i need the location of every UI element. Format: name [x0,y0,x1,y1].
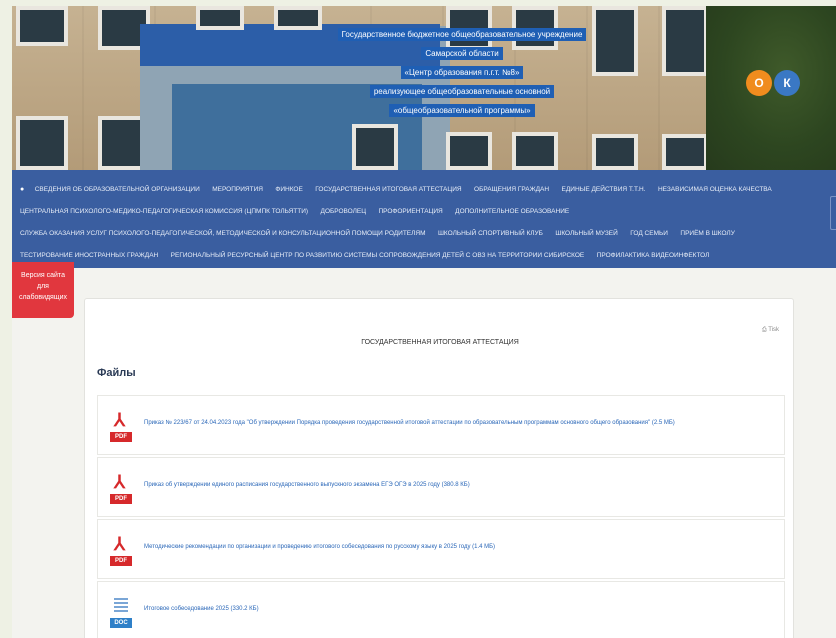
accessibility-label: для [37,283,49,290]
building-window [592,134,638,170]
home-icon[interactable]: ● [20,186,24,193]
building-window [16,116,68,170]
nav-item-museum[interactable]: ШКОЛЬНЫЙ МУЗЕЙ [555,223,617,244]
nav-item-prevention[interactable]: ПРОФИЛАКТИКА ВИДЕОИНФЕКТОЛ [597,245,710,266]
doc-file-icon: DOC [110,594,132,628]
nav-item-sport-club[interactable]: ШКОЛЬНЫЙ СПОРТИВНЫЙ КЛУБ [438,223,543,244]
site-header: Государственное бюджетное общеобразовате… [12,6,836,170]
pdf-file-icon: ⅄ PDF [110,532,132,566]
nav-item-pmpk[interactable]: ЦЕНТРАЛЬНАЯ ПСИХОЛОГО-МЕДИКО-ПЕДАГОГИЧЕС… [20,201,308,222]
nav-item-volunteer[interactable]: ДОБРОВОЛЕЦ [321,201,366,222]
file-link[interactable]: Приказ об утверждении единого расписания… [144,482,470,488]
school-name-line: «Центр образования п.г.т. №8» [400,66,524,79]
building-window [196,6,244,30]
files-heading: Файлы [97,367,136,379]
file-link[interactable]: Приказ № 223/67 от 24.04.2023 года "Об у… [144,420,675,426]
building-window [662,6,708,76]
page-title: ГОСУДАРСТВЕННАЯ ИТОГОВАЯ АТТЕСТАЦИЯ [361,339,519,346]
nav-item-extra-education[interactable]: ДОПОЛНИТЕЛЬНОЕ ОБРАЗОВАНИЕ [455,201,569,222]
school-name-line: Государственное бюджетное общеобразовате… [337,28,587,41]
file-type-badge: PDF [110,556,132,566]
nav-side-handle[interactable] [830,196,836,230]
accessibility-version-button[interactable]: Версия сайта для слабовидящих [12,262,74,318]
file-item: ⅄ PDF Приказ № 223/67 от 24.04.2023 года… [97,395,785,455]
school-name-line: реализующее общеобразовательные основной [369,85,555,98]
nav-item-about[interactable]: СВЕДЕНИЯ ОБ ОБРАЗОВАТЕЛЬНОЙ ОРГАНИЗАЦИИ [35,179,200,200]
nav-item-admission[interactable]: ПРИЁМ В ШКОЛУ [680,223,734,244]
building-window [662,134,708,170]
nav-item-appeals[interactable]: ОБРАЩЕНИЯ ГРАЖДАН [474,179,549,200]
file-item: DOC Итоговое собеседование 2025 (330.2 К… [97,581,785,638]
pdf-file-icon: ⅄ PDF [110,408,132,442]
school-name-line: «общеобразовательной программы» [389,104,535,117]
file-item: ⅄ PDF Методические рекомендации по орган… [97,519,785,579]
nav-row: ● СВЕДЕНИЯ ОБ ОБРАЗОВАТЕЛЬНОЙ ОРГАНИЗАЦИ… [20,178,828,200]
file-type-badge: PDF [110,494,132,504]
building-window [16,6,68,46]
print-link[interactable]: ⎙ Tisk [762,327,779,334]
nav-item-family-year[interactable]: ГОД СЕМЬИ [630,223,668,244]
accessibility-label: Версия сайта [21,272,65,279]
nav-item-quality[interactable]: НЕЗАВИСИМАЯ ОЦЕНКА КАЧЕСТВА [658,179,772,200]
nav-item-parent-help[interactable]: СЛУЖБА ОКАЗАНИЯ УСЛУГ ПСИХОЛОГО-ПЕДАГОГИ… [20,223,426,244]
file-link[interactable]: Методические рекомендации по организации… [144,544,495,550]
page-frame: Государственное бюджетное общеобразовате… [12,6,836,638]
file-item: ⅄ PDF Приказ об утверждении единого расп… [97,457,785,517]
nav-item-resource-center[interactable]: РЕГИОНАЛЬНЫЙ РЕСУРСНЫЙ ЦЕНТР ПО РАЗВИТИЮ… [171,245,585,266]
building-window [352,124,398,170]
nav-item-events[interactable]: МЕРОПРИЯТИЯ [212,179,263,200]
nav-row: ТЕСТИРОВАНИЕ ИНОСТРАННЫХ ГРАЖДАН РЕГИОНА… [20,244,828,266]
content-card: ⎙ Tisk ГОСУДАРСТВЕННАЯ ИТОГОВАЯ АТТЕСТАЦ… [84,298,794,638]
accessibility-label: слабовидящих [18,294,68,301]
nav-item-gia[interactable]: ГОСУДАРСТВЕННАЯ ИТОГОВАЯ АТТЕСТАЦИЯ [315,179,461,200]
file-type-badge: PDF [110,432,132,442]
pdf-file-icon: ⅄ PDF [110,470,132,504]
nav-row: ЦЕНТРАЛЬНАЯ ПСИХОЛОГО-МЕДИКО-ПЕДАГОГИЧЕС… [20,200,828,222]
vk-icon[interactable]: К [774,70,800,96]
school-name: Государственное бюджетное общеобразовате… [312,24,612,119]
main-nav: ● СВЕДЕНИЯ ОБ ОБРАЗОВАТЕЛЬНОЙ ОРГАНИЗАЦИ… [12,170,836,268]
file-link[interactable]: Итоговое собеседование 2025 (330.2 КБ) [144,606,259,612]
building-window [446,132,492,170]
odnoklassniki-icon[interactable]: О [746,70,772,96]
building-window [512,132,558,170]
file-type-badge: DOC [110,618,132,628]
nav-item-career[interactable]: ПРОФОРИЕНТАЦИЯ [378,201,442,222]
nav-item-finance[interactable]: ФИНКОЕ [275,179,302,200]
school-name-line: Самарской области [421,47,503,60]
nav-row: СЛУЖБА ОКАЗАНИЯ УСЛУГ ПСИХОЛОГО-ПЕДАГОГИ… [20,222,828,244]
nav-item-actions[interactable]: ЕДИНЫЕ ДЕЙСТВИЯ Т.Т.Н. [562,179,646,200]
